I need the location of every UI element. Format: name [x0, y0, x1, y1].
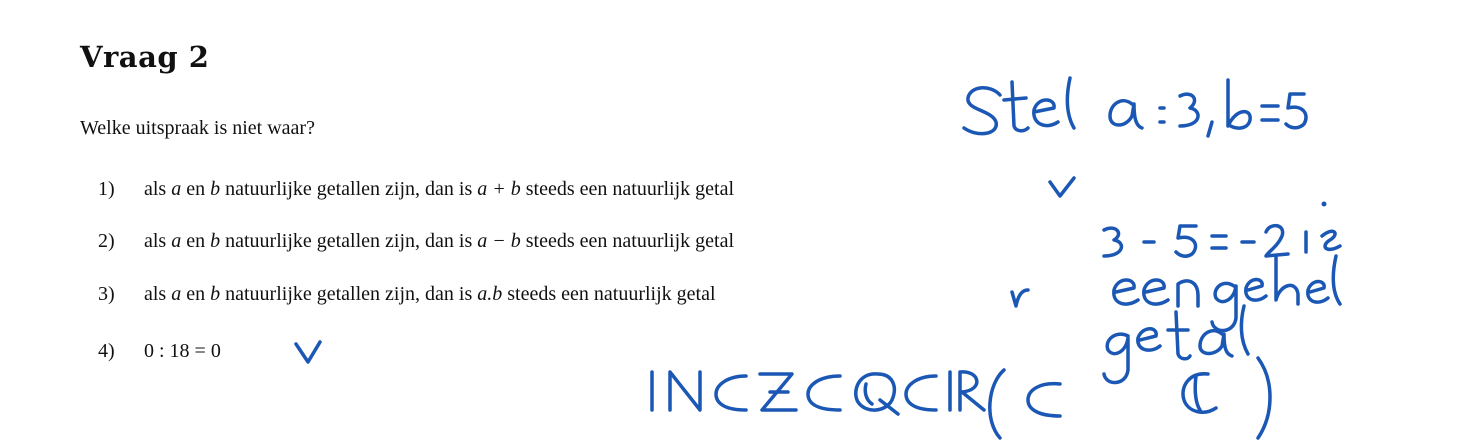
option-4: 4) 0 : 18 = 0	[98, 340, 221, 363]
option-text: en	[181, 283, 211, 305]
question-title: Vraag 2	[80, 40, 210, 74]
option-2: 2) als a en b natuurlijke getallen zijn, …	[98, 230, 734, 253]
checkmark-1	[1048, 176, 1076, 198]
option-text: steeds een natuurlijk getal	[520, 178, 735, 200]
handwriting-3-5-eq-minus2	[1102, 201, 1342, 258]
variable-a: a	[171, 178, 182, 200]
variable-a: a	[171, 283, 182, 305]
option-number: 1)	[98, 178, 115, 200]
option-text: natuurlijke getallen zijn, dan is	[220, 230, 478, 252]
checkmark-4	[294, 340, 322, 364]
checkmark-3	[1010, 288, 1030, 308]
option-text: als	[144, 178, 172, 200]
option-number: 2)	[98, 230, 115, 252]
math-expression: a.b	[477, 283, 503, 305]
question-text: Welke uitspraak is niet waar?	[80, 117, 315, 139]
handwriting-stel-a3-b5	[962, 76, 1308, 138]
option-text: steeds een natuurlijk getal	[502, 283, 716, 305]
document-page: Vraag 2 Welke uitspraak is niet waar? 1)…	[0, 0, 1474, 444]
math-expression: a − b	[477, 230, 521, 252]
handwriting-layer	[294, 76, 1342, 440]
option-1: 1) als a en b natuurlijke getallen zijn, …	[98, 178, 734, 201]
option-number: 3)	[98, 283, 115, 305]
option-3: 3) als a en b natuurlijke getallen zijn, …	[98, 283, 716, 306]
math-expression: 0 : 18 = 0	[144, 340, 221, 362]
option-text: als	[144, 283, 172, 305]
variable-b: b	[210, 178, 221, 200]
option-text: en	[181, 230, 211, 252]
option-text: natuurlijke getallen zijn, dan is	[220, 178, 478, 200]
variable-a: a	[171, 230, 182, 252]
option-text: als	[144, 230, 172, 252]
handwriting-een-geheel-getal	[1102, 254, 1342, 385]
variable-b: b	[210, 283, 221, 305]
handwriting-number-sets	[650, 356, 1272, 440]
variable-b: b	[210, 230, 221, 252]
math-expression: a + b	[477, 178, 521, 200]
option-text: natuurlijke getallen zijn, dan is	[220, 283, 478, 305]
option-text: steeds een natuurlijk getal	[520, 230, 735, 252]
option-text: en	[181, 178, 211, 200]
option-number: 4)	[98, 340, 115, 362]
